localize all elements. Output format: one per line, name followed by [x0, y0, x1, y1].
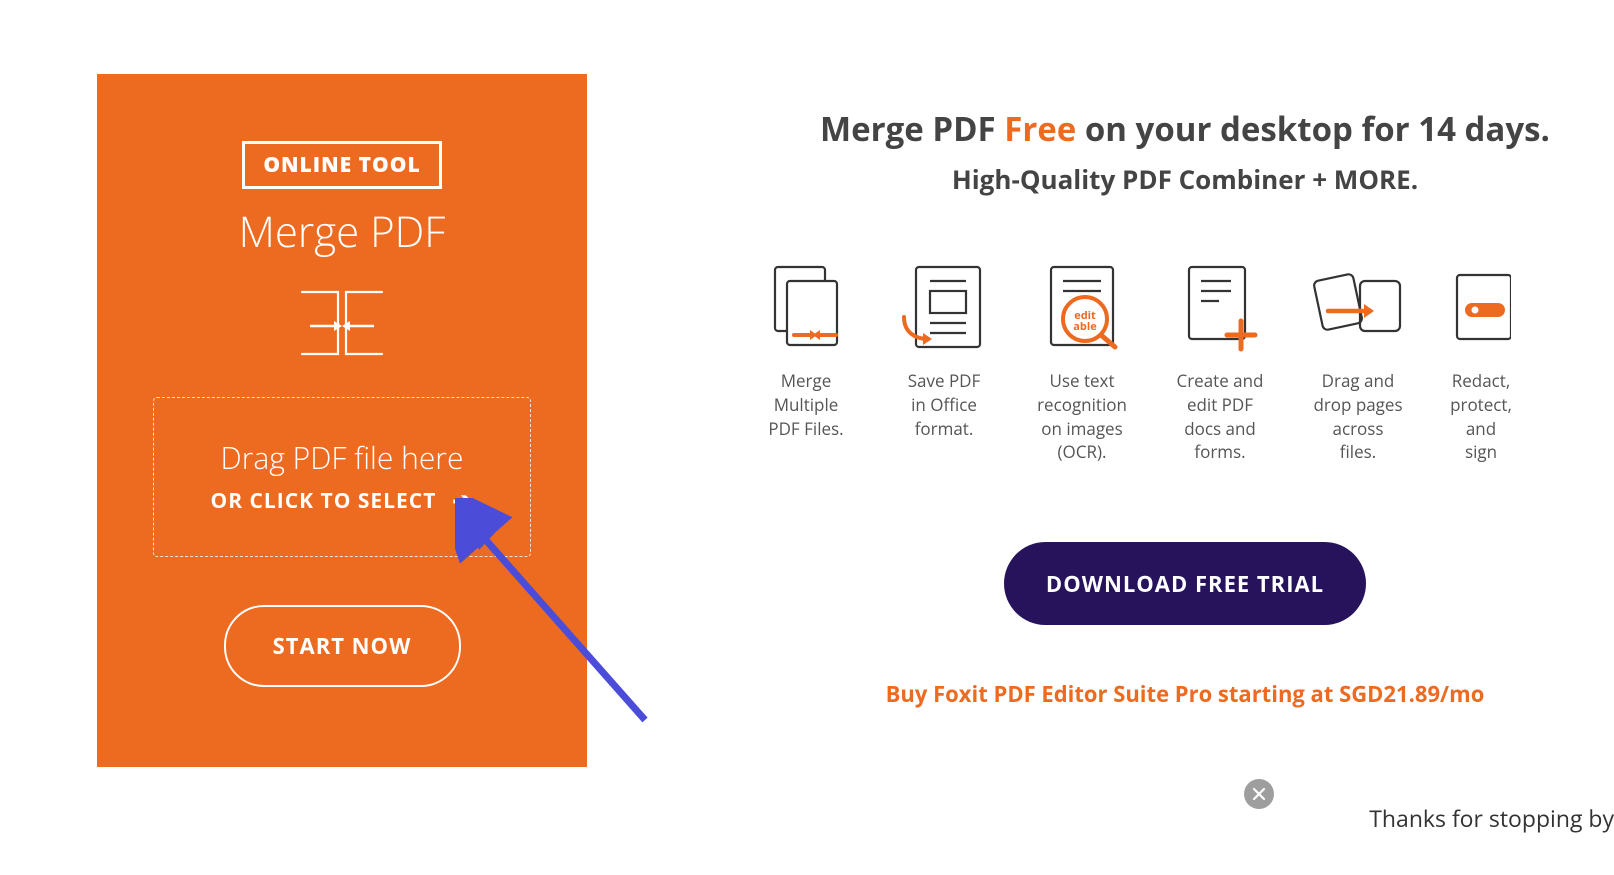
merge-pdf-online-tool-panel: ONLINE TOOL Merge PDF Drag PDF file here…: [97, 74, 587, 767]
drop-zone-drag-label: Drag PDF file here: [221, 437, 464, 478]
feature-save-office-label: Save PDF in Office format.: [899, 369, 989, 440]
headline-part-a: Merge PDF: [820, 106, 1004, 151]
chat-teaser-text: Thanks for stopping by: [1369, 802, 1614, 834]
save-office-icon: [898, 259, 990, 354]
svg-text:able: able: [1073, 319, 1097, 334]
buy-foxit-link[interactable]: Buy Foxit PDF Editor Suite Pro starting …: [886, 679, 1485, 709]
chat-close-button[interactable]: [1244, 779, 1274, 809]
feature-redact: Redact, protect, and sign: [1451, 259, 1511, 464]
headline-free: Free: [1004, 106, 1076, 151]
ocr-icon: edit able: [1041, 259, 1123, 354]
feature-redact-label: Redact, protect, and sign: [1450, 369, 1512, 464]
subheadline: High-Quality PDF Combiner + MORE.: [952, 161, 1418, 197]
download-free-trial-button[interactable]: DOWNLOAD FREE TRIAL: [1004, 542, 1366, 625]
create-edit-icon: [1179, 259, 1261, 354]
feature-merge-label: Merge Multiple PDF Files.: [761, 369, 851, 440]
drop-zone-click-text: OR CLICK TO SELECT: [211, 487, 437, 515]
feature-save-office: Save PDF in Office format.: [899, 259, 989, 464]
drop-zone-click-label: OR CLICK TO SELECT ➔: [211, 484, 474, 517]
feature-merge: Merge Multiple PDF Files.: [761, 259, 851, 464]
redact-icon: [1451, 259, 1511, 354]
feature-create-edit: Create and edit PDF docs and forms.: [1175, 259, 1265, 464]
feature-create-edit-label: Create and edit PDF docs and forms.: [1175, 369, 1265, 464]
feature-drag-drop: Drag and drop pages across files.: [1313, 259, 1403, 464]
feature-ocr: edit able Use text recognition on images…: [1037, 259, 1127, 464]
merge-icon: [298, 288, 386, 363]
merge-pdf-title: Merge PDF: [239, 203, 446, 260]
file-drop-zone[interactable]: Drag PDF file here OR CLICK TO SELECT ➔: [153, 397, 531, 557]
headline-part-b: on your desktop for 14 days.: [1076, 106, 1550, 151]
merge-files-icon: [765, 259, 847, 354]
headline: Merge PDF Free on your desktop for 14 da…: [820, 106, 1550, 151]
arrow-right-icon: ➔: [452, 484, 473, 517]
features-row: Merge Multiple PDF Files.: [755, 259, 1614, 464]
desktop-promo-panel: Merge PDF Free on your desktop for 14 da…: [755, 106, 1614, 709]
feature-ocr-label: Use text recognition on images (OCR).: [1037, 369, 1127, 464]
online-tool-badge: ONLINE TOOL: [242, 141, 441, 189]
close-icon: [1252, 787, 1266, 801]
start-now-button[interactable]: START NOW: [224, 605, 461, 687]
feature-drag-drop-label: Drag and drop pages across files.: [1313, 369, 1403, 464]
drag-drop-icon: [1310, 259, 1406, 354]
